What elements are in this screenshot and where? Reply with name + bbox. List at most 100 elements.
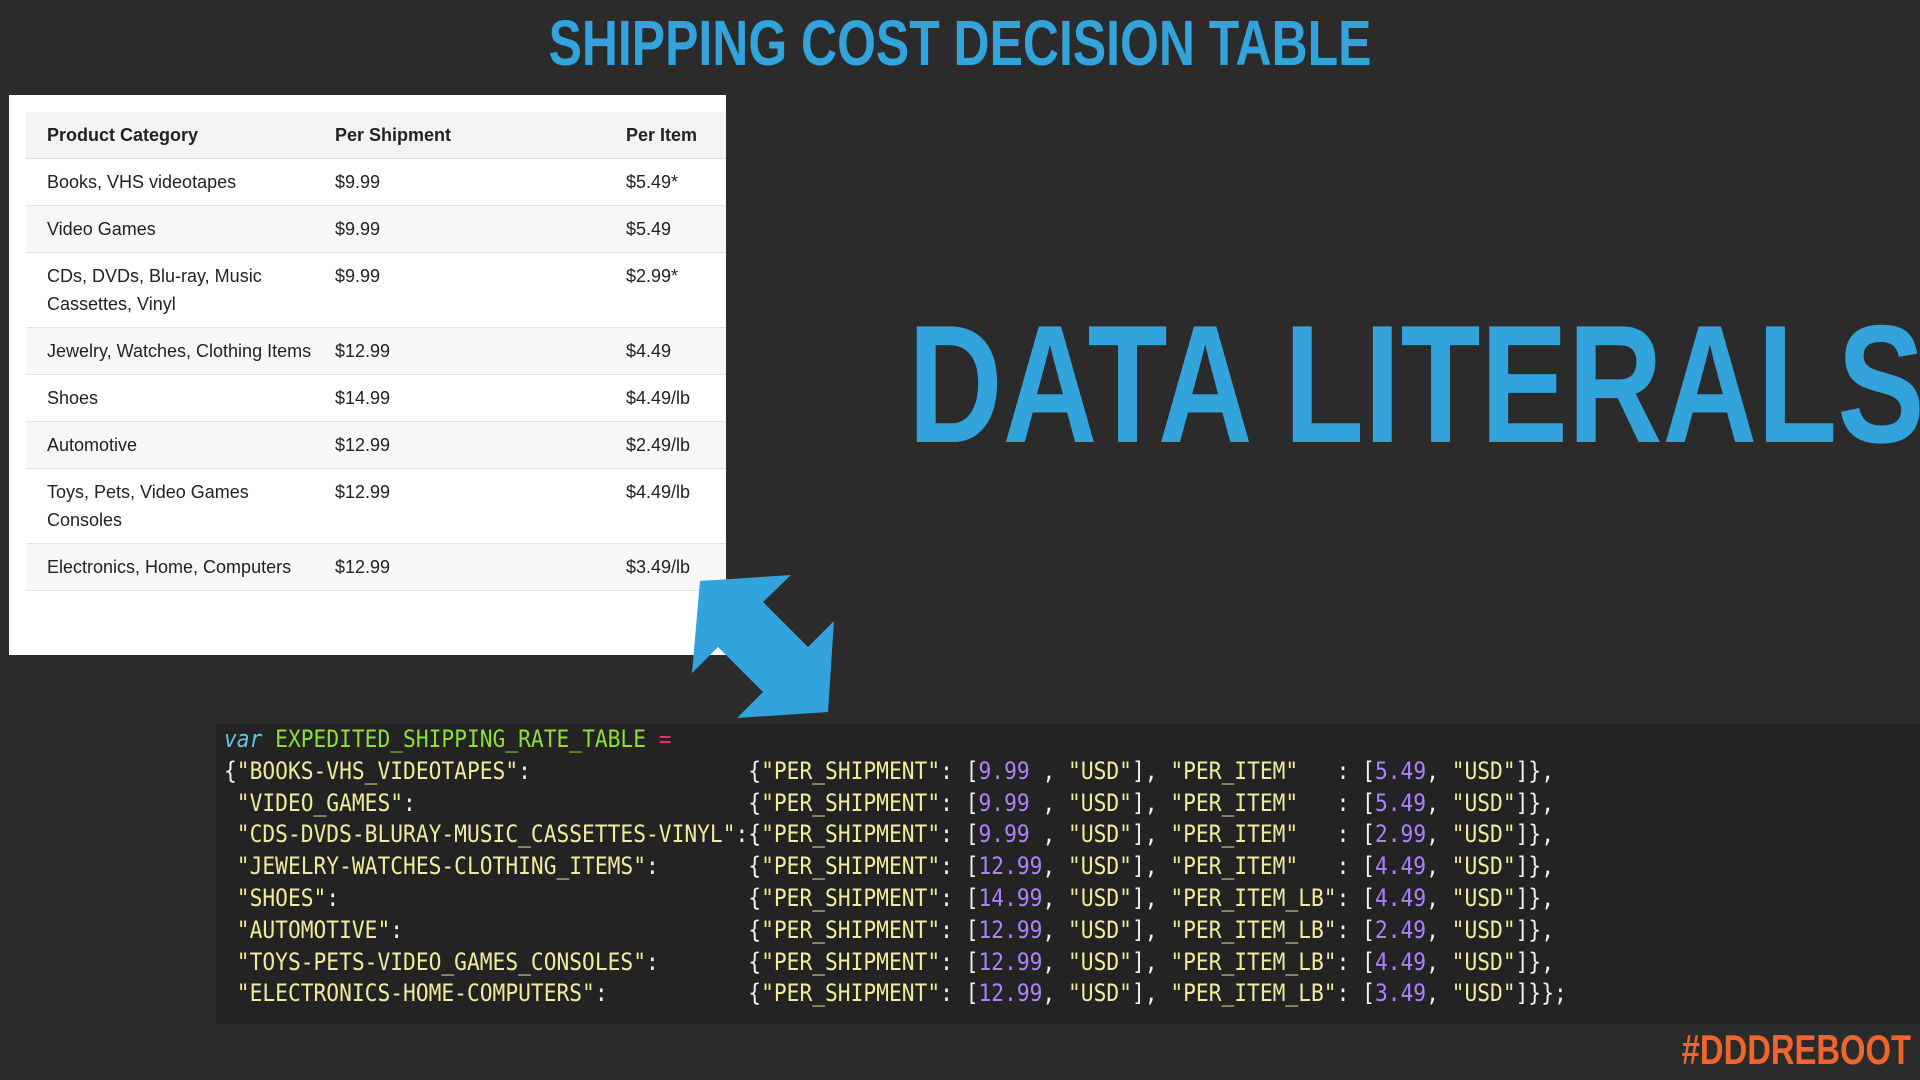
code-key: "ELECTRONICS-HOME-COMPUTERS"	[236, 979, 595, 1008]
code-currency: "USD"	[1451, 756, 1516, 785]
cell-per-item: $5.49	[605, 205, 726, 253]
cell-per-item: $2.49/lb	[605, 421, 726, 469]
table-row: Jewelry, Watches, Clothing Items $12.99 …	[26, 327, 726, 375]
code-item-key: "PER_ITEM_LB"	[1170, 947, 1337, 976]
cell-per-shipment: $12.99	[314, 543, 605, 591]
code-currency: "USD"	[1068, 979, 1132, 1008]
code-number: 9.99	[978, 820, 1030, 849]
code-item-key: "PER_ITEM"	[1170, 788, 1299, 817]
code-number: 2.99	[1374, 820, 1427, 849]
data-literals-headline: DATA LITERALS!	[908, 290, 1920, 478]
code-currency: "USD"	[1068, 852, 1132, 881]
cell-category: Shoes	[26, 374, 314, 422]
code-ship-key: "PER_SHIPMENT"	[761, 820, 941, 849]
code-snippet: var EXPEDITED_SHIPPING_RATE_TABLE = {"BO…	[224, 725, 1567, 1008]
code-number: 12.99	[978, 947, 1043, 976]
table-row: Electronics, Home, Computers $12.99 $3.4…	[26, 543, 726, 591]
cell-per-shipment: $12.99	[314, 468, 605, 544]
code-currency: "USD"	[1451, 979, 1516, 1008]
code-key: "TOYS-PETS-VIDEO_GAMES_CONSOLES"	[236, 947, 646, 976]
cell-per-item: $4.49	[605, 327, 726, 375]
code-currency: "USD"	[1068, 883, 1132, 912]
code-number: 12.99	[978, 979, 1043, 1008]
table-row: Books, VHS videotapes $9.99 $5.49*	[26, 158, 726, 206]
table-header-row: Product Category Per Shipment Per Item	[26, 112, 726, 159]
code-operator: =	[658, 725, 672, 753]
cell-per-shipment: $12.99	[314, 421, 605, 469]
cell-per-shipment: $9.99	[314, 158, 605, 206]
cell-category: CDs, DVDs, Blu-ray, Music Cassettes, Vin…	[26, 252, 314, 328]
code-key: "JEWELRY-WATCHES-CLOTHING_ITEMS"	[236, 852, 646, 881]
code-item-key: "PER_ITEM_LB"	[1170, 979, 1337, 1008]
code-number: 14.99	[978, 883, 1043, 912]
code-ship-key: "PER_SHIPMENT"	[761, 756, 941, 785]
cell-per-item: $2.99*	[605, 252, 726, 328]
code-number: 12.99	[978, 915, 1043, 944]
cell-category: Automotive	[26, 421, 314, 469]
code-number: 4.49	[1374, 947, 1427, 976]
code-currency: "USD"	[1451, 788, 1516, 817]
code-currency: "USD"	[1068, 947, 1132, 976]
table-row: Automotive $12.99 $2.49/lb	[26, 421, 726, 469]
cell-category: Books, VHS videotapes	[26, 158, 314, 206]
code-currency: "USD"	[1451, 852, 1516, 881]
code-snippet-panel: var EXPEDITED_SHIPPING_RATE_TABLE = {"BO…	[216, 724, 1920, 1024]
code-number: 2.49	[1374, 915, 1427, 944]
cell-per-item: $5.49*	[605, 158, 726, 206]
code-number: 4.49	[1374, 852, 1427, 881]
code-ship-key: "PER_SHIPMENT"	[761, 947, 941, 976]
code-currency: "USD"	[1068, 756, 1132, 785]
code-currency: "USD"	[1451, 820, 1516, 849]
cell-per-shipment: $14.99	[314, 374, 605, 422]
code-ship-key: "PER_SHIPMENT"	[761, 883, 941, 912]
cell-per-shipment: $9.99	[314, 205, 605, 253]
code-key: "CDS-DVDS-BLURAY-MUSIC_CASSETTES-VINYL"	[236, 820, 736, 849]
code-ship-key: "PER_SHIPMENT"	[761, 788, 941, 817]
code-number: 5.49	[1374, 788, 1427, 817]
code-currency: "USD"	[1451, 915, 1516, 944]
code-item-key: "PER_ITEM_LB"	[1170, 915, 1337, 944]
code-key: "AUTOMOTIVE"	[236, 915, 391, 944]
header-per-shipment: Per Shipment	[314, 112, 605, 159]
code-number: 4.49	[1374, 883, 1427, 912]
table-row: Toys, Pets, Video Games Consoles $12.99 …	[26, 468, 726, 544]
cell-category: Electronics, Home, Computers	[26, 543, 314, 591]
table-row: Shoes $14.99 $4.49/lb	[26, 374, 726, 422]
code-number: 3.49	[1374, 979, 1427, 1008]
table-row: CDs, DVDs, Blu-ray, Music Cassettes, Vin…	[26, 252, 726, 328]
cell-per-item: $4.49/lb	[605, 374, 726, 422]
code-number: 5.49	[1374, 756, 1427, 785]
code-currency: "USD"	[1068, 820, 1132, 849]
hashtag: #DDDREBOOT	[1681, 1026, 1911, 1073]
cell-category: Video Games	[26, 205, 314, 253]
code-item-key: "PER_ITEM"	[1170, 756, 1299, 785]
code-key: "BOOKS-VHS_VIDEOTAPES"	[236, 756, 519, 785]
shipping-table-screenshot: Product Category Per Shipment Per Item B…	[9, 95, 726, 655]
cell-category: Toys, Pets, Video Games Consoles	[26, 468, 314, 544]
code-ship-key: "PER_SHIPMENT"	[761, 915, 941, 944]
code-currency: "USD"	[1451, 947, 1516, 976]
cell-per-shipment: $9.99	[314, 252, 605, 328]
slide-title: SHIPPING COST DECISION TABLE	[548, 7, 1372, 79]
code-variable-name: EXPEDITED_SHIPPING_RATE_TABLE	[275, 725, 647, 753]
code-number: 12.99	[978, 852, 1043, 881]
code-key: "SHOES"	[236, 883, 327, 912]
code-item-key: "PER_ITEM"	[1170, 852, 1299, 881]
double-headed-diagonal-arrow-icon	[692, 575, 834, 718]
code-currency: "USD"	[1068, 788, 1132, 817]
cell-category: Jewelry, Watches, Clothing Items	[26, 327, 314, 375]
code-number: 9.99	[978, 756, 1030, 785]
code-item-key: "PER_ITEM"	[1170, 820, 1299, 849]
cell-per-shipment: $12.99	[314, 327, 605, 375]
header-product-category: Product Category	[26, 112, 314, 159]
code-ship-key: "PER_SHIPMENT"	[761, 979, 941, 1008]
code-currency: "USD"	[1068, 915, 1132, 944]
code-currency: "USD"	[1451, 883, 1516, 912]
code-item-key: "PER_ITEM_LB"	[1170, 883, 1337, 912]
code-keyword: var	[224, 725, 263, 753]
code-ship-key: "PER_SHIPMENT"	[761, 852, 941, 881]
header-per-item: Per Item	[605, 112, 726, 159]
code-key: "VIDEO_GAMES"	[236, 788, 404, 817]
table-row: Video Games $9.99 $5.49	[26, 205, 726, 253]
shipping-rate-table: Product Category Per Shipment Per Item B…	[26, 112, 726, 591]
